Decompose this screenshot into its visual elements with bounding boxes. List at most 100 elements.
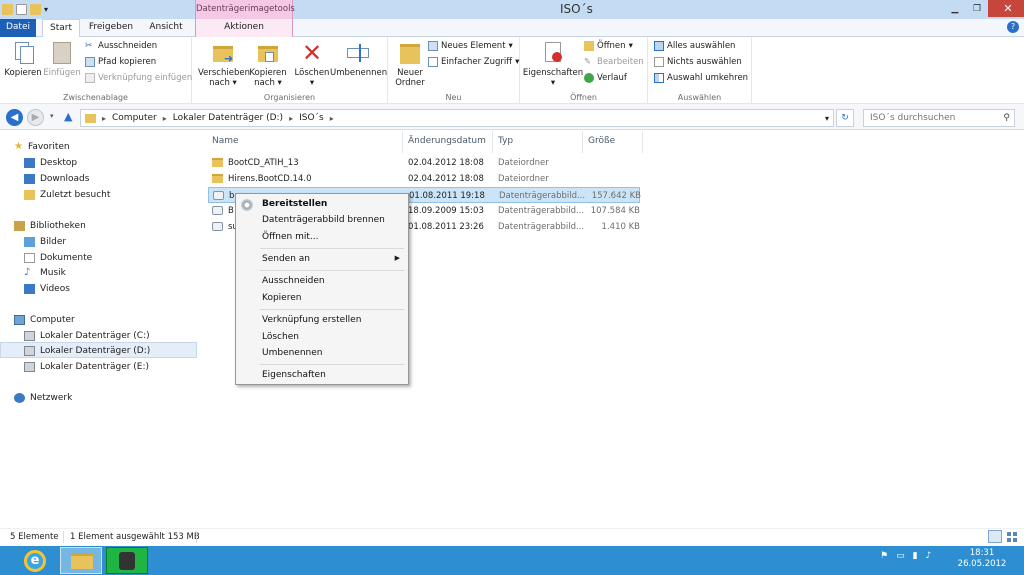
new-folder-icon[interactable] <box>30 4 41 15</box>
nav-desktop[interactable]: Desktop <box>24 155 77 170</box>
maximize-button[interactable]: ❐ <box>966 0 988 17</box>
column-header-date[interactable]: Änderungsdatum <box>408 136 486 146</box>
folder-icon <box>212 174 223 183</box>
large-icons-view-icon[interactable] <box>1005 530 1019 543</box>
menu-item-cut[interactable]: Ausschneiden <box>262 276 325 286</box>
signal-icon[interactable]: ▮ <box>913 551 918 561</box>
flag-icon[interactable]: ⚑ <box>880 551 888 561</box>
nav-drive-e[interactable]: Lokaler Datenträger (E:) <box>24 359 149 374</box>
chevron-right-icon[interactable]: ▸ <box>163 114 167 123</box>
menu-item-open-with[interactable]: Öffnen mit... <box>262 232 318 242</box>
nav-drive-d[interactable]: Lokaler Datenträger (D:) <box>24 343 150 358</box>
properties-icon[interactable] <box>16 4 27 15</box>
search-icon[interactable]: ⚲ <box>1003 113 1010 123</box>
details-view-icon[interactable] <box>988 530 1002 543</box>
tab-home[interactable]: Start <box>42 19 80 38</box>
menu-item-send-to[interactable]: Senden an <box>262 254 310 264</box>
videos-icon <box>24 283 35 294</box>
menu-item-copy[interactable]: Kopieren <box>262 293 301 303</box>
history-icon <box>584 73 594 83</box>
tab-view[interactable]: Ansicht <box>142 19 190 37</box>
help-icon[interactable]: ? <box>1007 21 1019 33</box>
up-arrow-icon[interactable]: ▲ <box>64 110 72 123</box>
breadcrumb[interactable]: ▸ Computer ▸ Lokaler Datenträger (D:) ▸ … <box>80 109 834 127</box>
file-explorer-icon[interactable] <box>60 547 102 574</box>
invert-selection-button[interactable]: Auswahl umkehren <box>654 73 748 83</box>
forward-button[interactable]: ▶ <box>27 109 44 126</box>
new-item-button[interactable]: Neues Element ▾ <box>428 41 513 51</box>
paste-button[interactable]: Einfügen <box>42 40 82 78</box>
nav-libraries[interactable]: Bibliotheken <box>14 218 86 233</box>
crumb-drive-d[interactable]: Lokaler Datenträger (D:) <box>173 113 283 123</box>
cut-button[interactable]: ✂ Ausschneiden <box>85 41 157 51</box>
history-button[interactable]: Verlauf <box>584 73 627 83</box>
tab-file[interactable]: Datei <box>0 19 36 37</box>
nav-pictures[interactable]: Bilder <box>24 234 66 249</box>
back-button[interactable]: ◀ <box>6 109 23 126</box>
column-divider[interactable] <box>582 131 583 153</box>
column-divider[interactable] <box>402 131 403 153</box>
select-none-button[interactable]: Nichts auswählen <box>654 57 742 67</box>
address-dropdown-icon[interactable]: ▾ <box>825 114 829 123</box>
internet-explorer-icon[interactable]: e <box>18 548 52 574</box>
easy-access-button[interactable]: Einfacher Zugriff ▾ <box>428 57 519 67</box>
nav-videos[interactable]: Videos <box>24 281 70 296</box>
new-folder-button[interactable]: Neuer Ordner <box>392 40 428 88</box>
clock[interactable]: 18:31 26.05.2012 <box>952 548 1012 570</box>
paste-shortcut-button[interactable]: Verknüpfung einfügen <box>85 73 192 83</box>
copy-path-button[interactable]: Pfad kopieren <box>85 57 156 67</box>
copy-icon <box>10 40 36 66</box>
chevron-right-icon[interactable]: ▸ <box>289 114 293 123</box>
rename-button[interactable]: Umbenennen <box>330 40 387 78</box>
tab-actions[interactable]: Aktionen <box>195 19 293 37</box>
delete-button[interactable]: ✕ Löschen ▾ <box>292 40 332 88</box>
menu-item-delete[interactable]: Löschen <box>262 332 299 342</box>
menu-item-mount[interactable]: Bereitstellen <box>262 199 327 209</box>
chevron-right-icon[interactable]: ▸ <box>102 114 106 123</box>
column-header-size[interactable]: Größe <box>588 136 615 146</box>
move-to-button[interactable]: ➜ Verschieben nach ▾ <box>198 40 250 88</box>
recent-locations-chevron-icon[interactable]: ▾ <box>50 112 54 120</box>
monitor-icon[interactable]: ▭ <box>896 551 905 561</box>
close-button[interactable]: ✕ <box>988 0 1024 17</box>
table-row[interactable]: Hirens.BootCD.14.0 02.04.2012 18:08 Date… <box>208 171 640 187</box>
chevron-right-icon[interactable]: ▸ <box>330 114 334 123</box>
nav-documents[interactable]: Dokumente <box>24 250 92 265</box>
column-header-type[interactable]: Typ <box>498 136 513 146</box>
window-controls: ▁ ❐ ✕ <box>944 0 1024 17</box>
search-input[interactable] <box>864 110 992 126</box>
edit-button[interactable]: ✎ Bearbeiten <box>584 57 644 67</box>
nav-computer[interactable]: Computer <box>14 312 75 327</box>
nav-music[interactable]: ♪ Musik <box>24 265 66 280</box>
menu-item-properties[interactable]: Eigenschaften <box>262 370 326 380</box>
nav-recent[interactable]: Zuletzt besucht <box>24 187 110 202</box>
table-row[interactable]: BootCD_ATIH_13 02.04.2012 18:08 Dateiord… <box>208 155 640 171</box>
menu-item-create-shortcut[interactable]: Verknüpfung erstellen <box>262 315 361 325</box>
desktop-icon <box>24 157 35 168</box>
open-button[interactable]: Öffnen ▾ <box>584 41 633 51</box>
nav-favorites[interactable]: ★ Favoriten <box>14 139 70 154</box>
history-label: Verlauf <box>597 73 627 83</box>
column-header-name[interactable]: Name <box>212 136 239 146</box>
column-divider[interactable] <box>642 131 643 153</box>
volume-icon[interactable]: ♪ <box>926 551 932 561</box>
chevron-down-icon[interactable]: ▾ <box>44 5 48 14</box>
menu-item-rename[interactable]: Umbenennen <box>262 348 323 358</box>
refresh-button[interactable]: ↻ <box>836 109 854 127</box>
properties-button[interactable]: Eigenschaften ▾ <box>522 40 584 88</box>
minimize-button[interactable]: ▁ <box>944 0 966 17</box>
select-all-button[interactable]: Alles auswählen <box>654 41 735 51</box>
copy-button[interactable]: Kopieren <box>4 40 42 78</box>
column-divider[interactable] <box>492 131 493 153</box>
copy-label: Kopieren <box>4 68 42 78</box>
nav-drive-c[interactable]: Lokaler Datenträger (C:) <box>24 328 150 343</box>
copy-to-button[interactable]: Kopieren nach ▾ <box>248 40 288 88</box>
nav-network[interactable]: Netzwerk <box>14 390 72 405</box>
crumb-isos[interactable]: ISO´s <box>299 113 324 123</box>
tab-share[interactable]: Freigeben <box>84 19 138 37</box>
libraries-icon <box>14 220 25 231</box>
menu-item-burn[interactable]: Datenträgerabbild brennen <box>262 215 385 225</box>
crumb-computer[interactable]: Computer <box>112 113 157 123</box>
nav-downloads[interactable]: Downloads <box>24 171 89 186</box>
app-taskbar-icon[interactable] <box>106 547 148 574</box>
